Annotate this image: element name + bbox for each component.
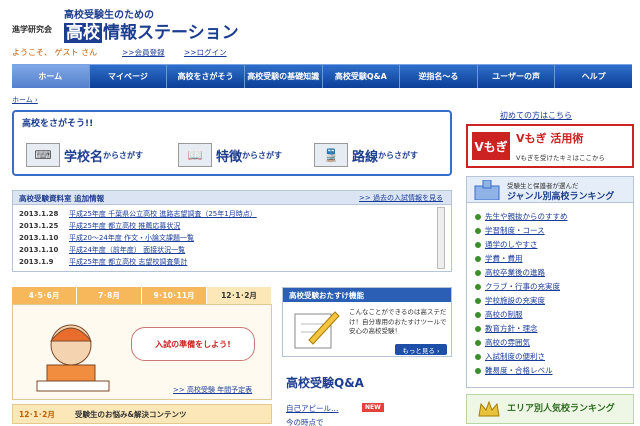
- main-nav: ホーム マイページ 高校をさがそう 高校受験の基礎知識 高校受験Q&A 逆指名～…: [12, 64, 632, 88]
- news-date: 2013.1.9: [19, 258, 54, 266]
- qa-item[interactable]: 今の時点で: [286, 417, 324, 426]
- ranking-item[interactable]: 学校施設の充実度: [475, 295, 545, 306]
- nav-qa[interactable]: 高校受験Q&A: [323, 65, 401, 88]
- tab-summer[interactable]: 7･8月: [77, 287, 142, 304]
- nav-voices[interactable]: ユーザーの声: [478, 65, 556, 88]
- search-title: 高校をさがそう!!: [22, 119, 94, 129]
- welcome-text: ようこそ、 ゲスト さん: [12, 48, 98, 57]
- helper-features-text: こんなことができるのは高ステだけ！自分専用のおたすけツールで安心の高校受験！: [349, 308, 447, 335]
- ranking-item[interactable]: 入試制度の便利さ: [475, 351, 545, 362]
- site-logo[interactable]: 高校 情報ステーション: [64, 18, 239, 43]
- logo-kk: 高校: [64, 23, 102, 43]
- news-date: 2013.1.25: [19, 222, 59, 230]
- pencil-note-icon: [294, 311, 340, 349]
- breadcrumb[interactable]: ホーム ›: [12, 95, 38, 105]
- register-link[interactable]: >>会員登録: [122, 47, 165, 58]
- news-title: 高校受験資料室 追加情報: [19, 194, 105, 203]
- logo-text: 情報ステーション: [103, 23, 239, 43]
- news-scrollbar[interactable]: [437, 207, 445, 269]
- new-badge: NEW: [362, 403, 384, 412]
- ranking-item[interactable]: 学費・費用: [475, 253, 523, 264]
- ranking-item[interactable]: 教育方針・理念: [475, 323, 538, 334]
- tab-winter[interactable]: 12･1･2月: [207, 287, 272, 304]
- news-item: 2013.1.25 平成25年度 都立高校 推薦応募状況: [19, 221, 180, 231]
- news-date: 2013.1.28: [19, 210, 59, 218]
- news-header: 高校受験資料室 追加情報 >> 過去の入試情報を見る: [13, 191, 451, 205]
- vmogi-title: Vもぎ 活用術: [516, 132, 584, 145]
- tab-autumn[interactable]: 9･10･11月: [142, 287, 207, 304]
- search-by-feature-small: からさがす: [242, 150, 283, 160]
- book-icon: 📖: [178, 143, 212, 167]
- login-link[interactable]: >>ログイン: [184, 47, 227, 58]
- nav-home[interactable]: ホーム: [12, 65, 90, 88]
- news-link[interactable]: 平成25年度 千葉県公立高校 進路志望調査（25年1月時点）: [69, 210, 257, 218]
- school-building-icon: [474, 180, 500, 200]
- train-icon: 🚆: [314, 143, 348, 167]
- news-link[interactable]: 平成24年度（前年度） 面接状況一覧: [69, 246, 185, 254]
- ranking-item[interactable]: 高校卒業後の進路: [475, 267, 545, 278]
- news-item: 2013.1.28 平成25年度 千葉県公立高校 進路志望調査（25年1月時点）: [19, 209, 257, 219]
- ranking-title: ジャンル別高校ランキング: [507, 192, 615, 202]
- vmogi-banner[interactable]: Vもぎ Vもぎ 活用術 Vもぎを受けたキミはここから: [466, 124, 634, 168]
- crown-icon: [478, 400, 500, 417]
- prep-bubble: 入試の準備をしよう!: [131, 327, 255, 361]
- search-by-name-small: からさがす: [103, 150, 144, 160]
- news-date: 2013.1.10: [19, 246, 59, 254]
- first-visit-link[interactable]: 初めての方はこちら: [500, 110, 572, 121]
- helper-features-panel: 高校受験おたすけ機能 こんなことができるのは高ステだけ！自分専用のおたすけツール…: [282, 287, 452, 357]
- search-by-line-big: 路線: [352, 149, 379, 165]
- genre-ranking-panel: 受験生と保護者が選んだ ジャンル別高校ランキング 先生や親抜からのすすめ 学習制…: [466, 176, 634, 388]
- season-content: 入試の準備をしよう! >> 高校受験 年間予定表: [12, 304, 272, 400]
- nav-help[interactable]: ヘルプ: [555, 65, 632, 88]
- news-link[interactable]: 平成25年度 都立高校 志望校調査集計: [69, 258, 187, 266]
- ranking-item[interactable]: クラブ・行事の充実度: [475, 281, 560, 292]
- keyboard-icon: ⌨: [26, 143, 60, 167]
- area-ranking-banner[interactable]: エリア別人気校ランキング: [466, 394, 634, 424]
- season-tabs: 4･5･6月 7･8月 9･10･11月 12･1･2月: [12, 287, 272, 304]
- nav-basics[interactable]: 高校受験の基礎知識: [245, 65, 323, 88]
- search-by-line-small: からさがす: [378, 150, 419, 160]
- news-item: 2013.1.10 平成24年度（前年度） 面接状況一覧: [19, 245, 185, 255]
- student-studying-illustration: [36, 324, 110, 392]
- search-by-name-button[interactable]: ⌨ 学校名 からさがす: [26, 138, 143, 172]
- search-by-feature-button[interactable]: 📖 特徴 からさがす: [178, 138, 282, 172]
- ranking-item[interactable]: 高校の雰囲気: [475, 337, 530, 348]
- nav-search[interactable]: 高校をさがそう: [167, 65, 245, 88]
- news-link[interactable]: 平成25年度 都立高校 推薦応募状況: [69, 222, 180, 230]
- more-button[interactable]: もっと見る ›: [395, 344, 447, 355]
- helper-features-title: 高校受験おたすけ機能: [283, 288, 451, 302]
- ranking-item[interactable]: 学習制度・コース: [475, 225, 545, 236]
- worries-month-tag: 12･1･2月: [19, 410, 55, 419]
- nav-mypage[interactable]: マイページ: [90, 65, 168, 88]
- ranking-item[interactable]: 先生や親抜からのすすめ: [475, 211, 568, 222]
- nav-reverse[interactable]: 逆指名～る: [400, 65, 478, 88]
- news-link[interactable]: 平成20～24年度 作文・小論文課題一覧: [69, 234, 194, 242]
- worries-banner[interactable]: 12･1･2月 受験生のお悩み&解決コンテンツ: [12, 404, 272, 424]
- news-panel: 高校受験資料室 追加情報 >> 過去の入試情報を見る 2013.1.28 平成25…: [12, 190, 452, 272]
- vmogi-logo: Vもぎ: [472, 132, 510, 160]
- search-by-line-button[interactable]: 🚆 路線 からさがす: [314, 138, 418, 172]
- annual-schedule-link[interactable]: >> 高校受験 年間予定表: [173, 385, 252, 395]
- ranking-header: 受験生と保護者が選んだ ジャンル別高校ランキング: [467, 177, 633, 203]
- ranking-item[interactable]: 通学のしやすさ: [475, 239, 537, 250]
- news-item: 2013.1.10 平成20～24年度 作文・小論文課題一覧: [19, 233, 194, 243]
- qa-title: 高校受験Q&A: [286, 376, 364, 390]
- worries-title: 受験生のお悩み&解決コンテンツ: [75, 410, 187, 419]
- vmogi-subtitle: Vもぎを受けたキミはここから: [516, 154, 605, 162]
- search-by-feature-big: 特徴: [216, 149, 243, 165]
- ranking-item[interactable]: 難易度・合格レベル: [475, 365, 553, 376]
- news-date: 2013.1.10: [19, 234, 59, 242]
- qa-item[interactable]: 自己アピール…: [286, 403, 339, 414]
- school-search-panel: 高校をさがそう!! ⌨ 学校名 からさがす 📖 特徴 からさがす 🚆 路線 からさがす: [12, 110, 452, 176]
- past-info-link[interactable]: >> 過去の入試情報を見る: [359, 193, 443, 203]
- logo-company: 進学研究会: [12, 25, 52, 34]
- news-item: 2013.1.9 平成25年度 都立高校 志望校調査集計: [19, 257, 187, 267]
- area-ranking-title: エリア別人気校ランキング: [507, 404, 615, 414]
- ranking-item[interactable]: 高校の制服: [475, 309, 523, 320]
- search-by-name-big: 学校名: [64, 149, 104, 165]
- tab-spring[interactable]: 4･5･6月: [12, 287, 77, 304]
